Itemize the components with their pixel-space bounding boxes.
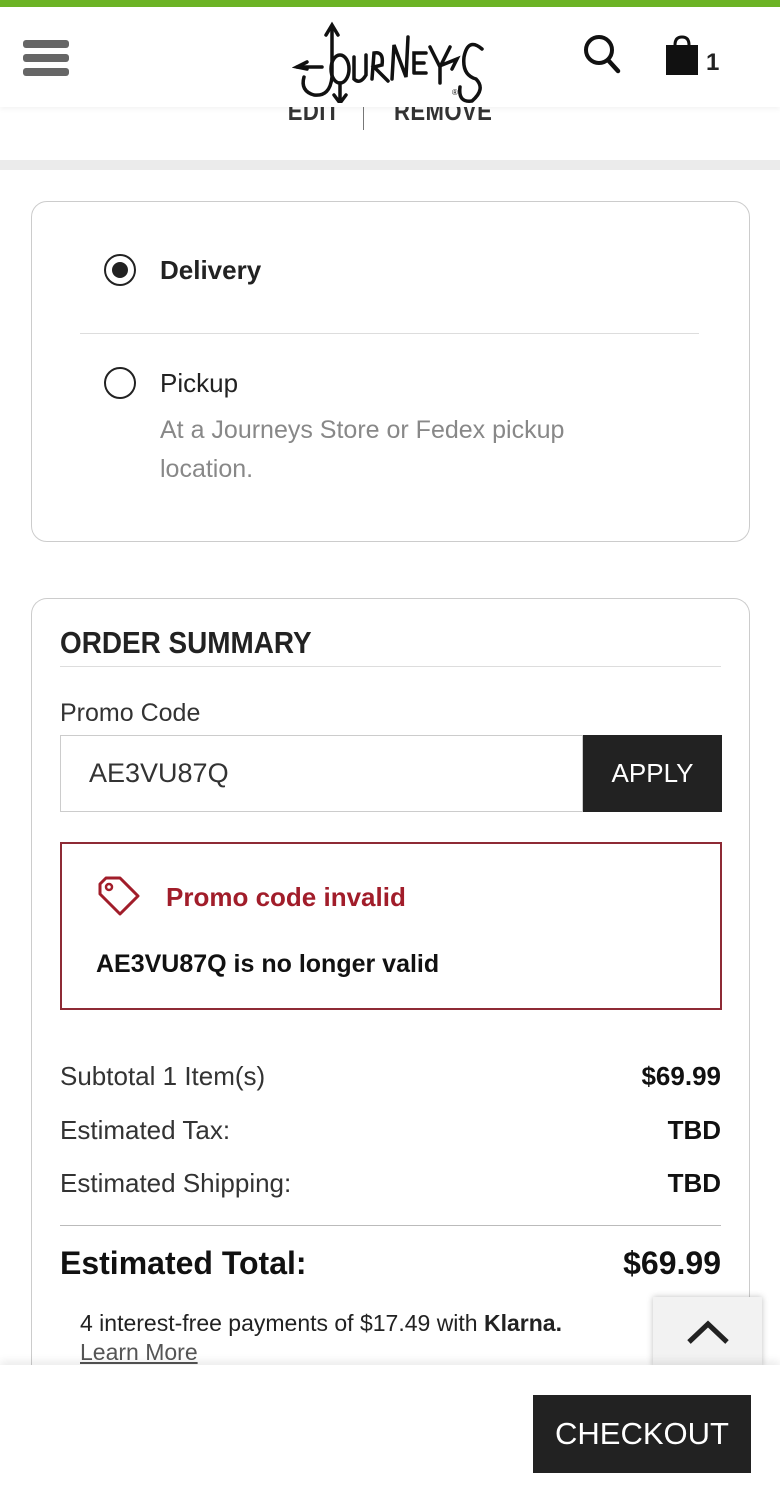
checkout-button[interactable]: CHECKOUT bbox=[533, 1395, 751, 1473]
promo-error-message: AE3VU87Q is no longer valid bbox=[96, 950, 440, 978]
checkout-bar: CHECKOUT bbox=[0, 1365, 780, 1500]
delivery-radio[interactable] bbox=[104, 254, 136, 286]
promo-code-label: Promo Code bbox=[60, 699, 201, 727]
pickup-option[interactable]: Pickup At a Journeys Store or Fedex pick… bbox=[104, 367, 630, 489]
delivery-option[interactable]: Delivery bbox=[104, 254, 261, 286]
apply-button[interactable]: APPLY bbox=[583, 735, 722, 812]
shipping-row: Estimated Shipping: TBD bbox=[60, 1168, 721, 1199]
delivery-label: Delivery bbox=[160, 255, 262, 285]
divider bbox=[60, 666, 721, 667]
klarna-text: 4 interest-free payments of $17.49 with bbox=[80, 1310, 484, 1336]
tax-label: Estimated Tax: bbox=[60, 1115, 231, 1145]
shipping-value: TBD bbox=[667, 1168, 721, 1198]
svg-text:®: ® bbox=[452, 88, 458, 97]
subtotal-row: Subtotal 1 Item(s) $69.99 bbox=[60, 1061, 721, 1092]
tax-row: Estimated Tax: TBD bbox=[60, 1115, 721, 1146]
site-header: ® 1 bbox=[0, 7, 780, 107]
cart-button[interactable]: 1 bbox=[664, 35, 724, 79]
menu-icon[interactable] bbox=[23, 40, 69, 80]
chevron-up-icon bbox=[686, 1320, 729, 1344]
total-label: Estimated Total: bbox=[60, 1245, 307, 1281]
subtotal-label: Subtotal 1 Item(s) bbox=[60, 1061, 266, 1091]
pickup-description: At a Journeys Store or Fedex pickup loca… bbox=[160, 416, 565, 483]
top-accent-bar bbox=[0, 0, 780, 7]
klarna-message: 4 interest-free payments of $17.49 with … bbox=[80, 1309, 562, 1367]
klarna-brand: Klarna. bbox=[484, 1310, 562, 1336]
divider bbox=[60, 1225, 721, 1226]
divider bbox=[80, 333, 699, 334]
promo-error-box: Promo code invalid AE3VU87Q is no longer… bbox=[60, 842, 722, 1010]
order-summary-card: ORDER SUMMARY Promo Code AE3VU87Q APPLY … bbox=[31, 598, 750, 1498]
promo-error-title: Promo code invalid bbox=[166, 882, 406, 912]
back-to-top-button[interactable] bbox=[653, 1297, 762, 1367]
cart-count: 1 bbox=[706, 49, 720, 76]
tax-value: TBD bbox=[667, 1115, 721, 1145]
shipping-label: Estimated Shipping: bbox=[60, 1168, 292, 1198]
search-icon[interactable] bbox=[582, 33, 622, 77]
pickup-label: Pickup bbox=[160, 368, 239, 398]
promo-code-input[interactable]: AE3VU87Q bbox=[60, 735, 583, 812]
subtotal-value: $69.99 bbox=[641, 1061, 721, 1091]
order-summary-title: ORDER SUMMARY bbox=[60, 625, 312, 660]
learn-more-link[interactable]: Learn More bbox=[80, 1339, 198, 1365]
tag-icon bbox=[98, 876, 140, 916]
fulfillment-card: Delivery Pickup At a Journeys Store or F… bbox=[31, 201, 750, 542]
pickup-radio[interactable] bbox=[104, 367, 136, 399]
total-row: Estimated Total: $69.99 bbox=[60, 1245, 721, 1282]
divider bbox=[363, 104, 364, 130]
shopping-bag-icon bbox=[666, 35, 698, 75]
section-divider bbox=[0, 160, 780, 170]
total-value: $69.99 bbox=[623, 1245, 721, 1281]
journeys-logo[interactable]: ® bbox=[292, 17, 488, 103]
